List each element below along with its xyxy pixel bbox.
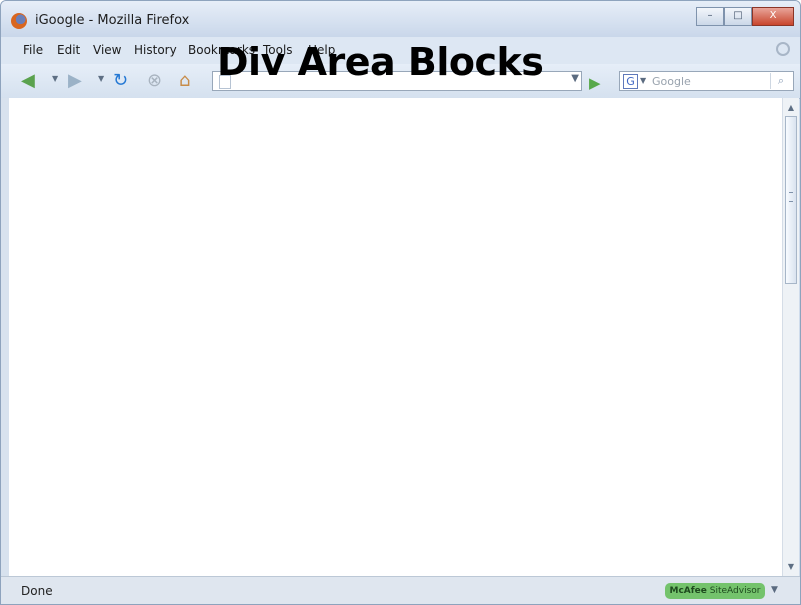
scroll-down-icon[interactable]: ▼ (786, 562, 796, 571)
maximize-button[interactable]: □ (724, 7, 752, 26)
siteadvisor-dropdown-icon[interactable]: ▼ (771, 585, 778, 595)
menu-view[interactable]: View (93, 43, 121, 57)
home-icon[interactable]: ⌂ (179, 72, 190, 90)
window-controls: – □ X (696, 7, 794, 26)
status-bar: Done McAfee SiteAdvisor ▼ (1, 576, 800, 604)
title-bar: iGoogle - Mozilla Firefox – □ X (1, 1, 800, 37)
menu-file[interactable]: File (23, 43, 43, 57)
scroll-grip-icon (789, 192, 793, 202)
address-dropdown-icon[interactable]: ▼ (571, 73, 579, 84)
right-arrow-icon[interactable]: ▶ (68, 72, 82, 90)
back-history-dropdown-icon[interactable]: ▼ (52, 74, 58, 83)
status-text: Done (21, 584, 53, 598)
siteadvisor-brand: McAfee (669, 586, 707, 596)
menu-history[interactable]: History (134, 43, 177, 57)
search-engine-dropdown-icon[interactable]: ▼ (640, 76, 646, 85)
forward-history-dropdown-icon[interactable]: ▼ (98, 74, 104, 83)
vertical-scrollbar[interactable]: ▲ ▼ (782, 98, 799, 576)
go-arrow-icon[interactable]: ▶ (589, 74, 601, 92)
scroll-thumb[interactable] (785, 116, 797, 284)
stop-icon[interactable]: ⊗ (147, 72, 162, 90)
browser-window: iGoogle - Mozilla Firefox – □ X File Edi… (0, 0, 801, 605)
left-arrow-icon[interactable]: ◀ (21, 72, 35, 90)
reload-icon[interactable]: ↻ (113, 72, 128, 90)
search-placeholder[interactable]: Google (652, 75, 691, 88)
overlay-title: Div Area Blocks (217, 40, 544, 84)
close-button[interactable]: X (752, 7, 794, 26)
activity-indicator-icon (776, 42, 790, 56)
scroll-up-icon[interactable]: ▲ (786, 103, 796, 112)
window-title: iGoogle - Mozilla Firefox (35, 13, 190, 28)
content-left-border (1, 98, 9, 576)
firefox-icon (11, 13, 27, 29)
search-icon[interactable]: ⌕ (770, 73, 791, 89)
menu-edit[interactable]: Edit (57, 43, 80, 57)
page-content-area[interactable] (9, 98, 782, 576)
google-engine-icon[interactable]: G (623, 74, 638, 89)
siteadvisor-label: SiteAdvisor (709, 586, 761, 596)
siteadvisor-badge[interactable]: McAfee SiteAdvisor (665, 583, 765, 599)
search-bar[interactable]: G ▼ Google ⌕ (619, 71, 794, 91)
minimize-button[interactable]: – (696, 7, 724, 26)
